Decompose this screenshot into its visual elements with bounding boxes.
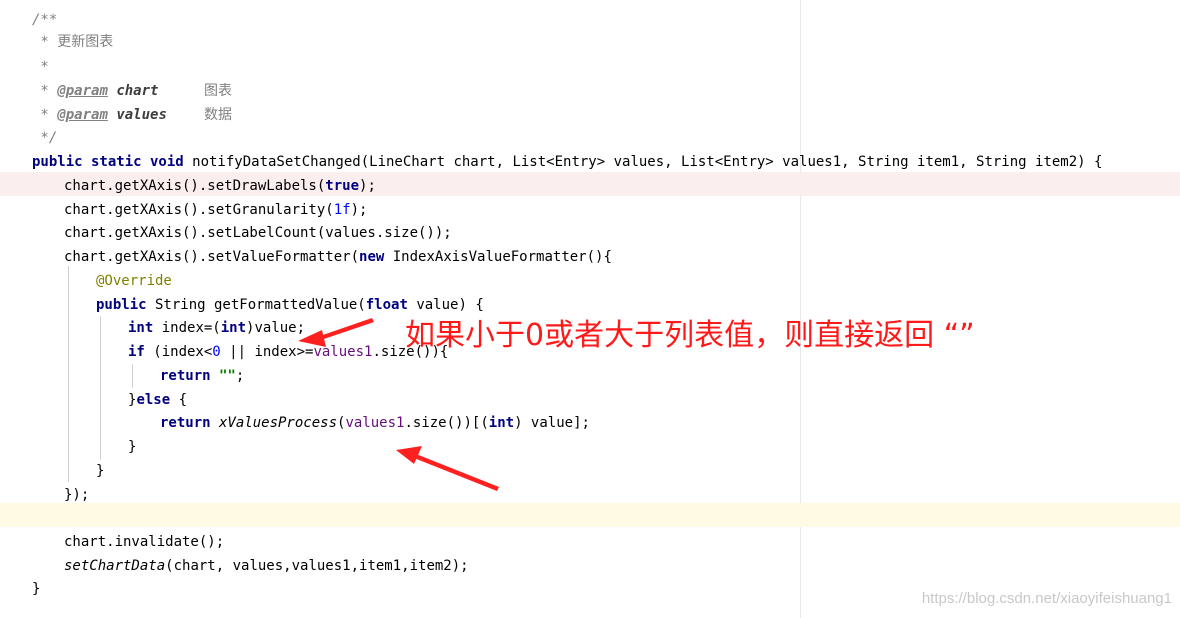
annotation-callout: 如果小于0或者大于列表值，则直接返回 “”	[405, 318, 975, 353]
annotation-arrows	[298, 318, 499, 491]
arrow-to-return-statement	[396, 446, 499, 491]
arrow-to-if-condition	[298, 318, 374, 347]
watermark: https://blog.csdn.net/xiaoyifeishuang1	[921, 590, 1172, 607]
